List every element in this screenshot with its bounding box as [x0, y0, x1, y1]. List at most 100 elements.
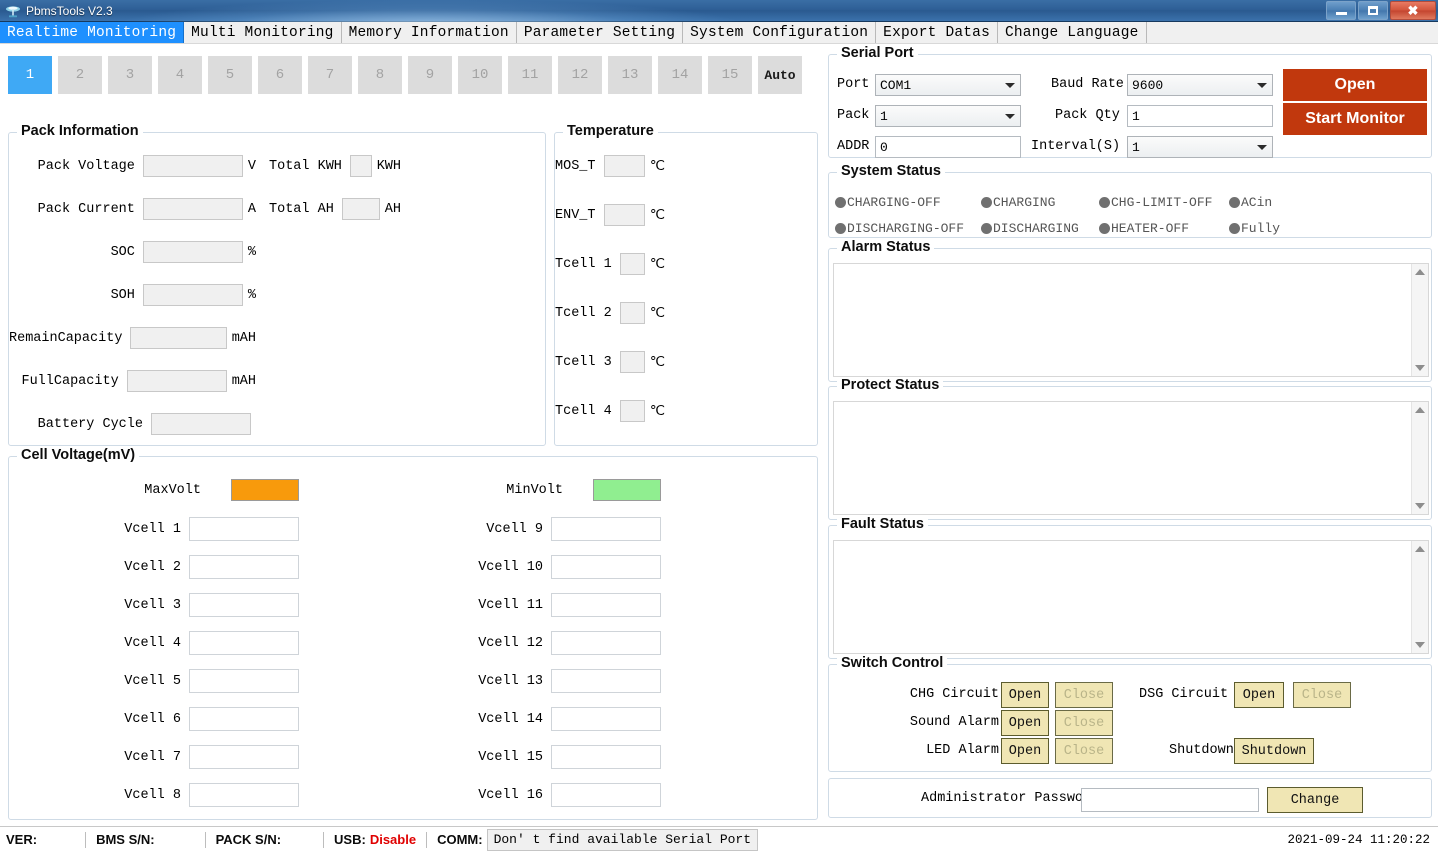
pack-button-11[interactable]: 11	[508, 56, 552, 94]
switch-close-button[interactable]: Close	[1055, 682, 1113, 708]
dsg-circuit-close-button[interactable]: Close	[1293, 682, 1351, 708]
admin-password-panel: Administrator Password Change	[828, 778, 1432, 818]
cell-voltage-input[interactable]	[189, 631, 299, 655]
pack-button-15[interactable]: 15	[708, 56, 752, 94]
close-button[interactable]: ✖	[1390, 1, 1436, 20]
open-port-button[interactable]: Open	[1283, 69, 1427, 101]
pack-button-6[interactable]: 6	[258, 56, 302, 94]
pack-info-row: RemainCapacitymAH	[9, 327, 256, 349]
cell-voltage-input[interactable]	[551, 669, 661, 693]
pack-info-input[interactable]	[127, 370, 227, 392]
pack-button-13[interactable]: 13	[608, 56, 652, 94]
pack-button-8[interactable]: 8	[358, 56, 402, 94]
scroll-up-icon[interactable]	[1415, 407, 1425, 413]
pack-button-label: 6	[276, 67, 284, 83]
pack-button-3[interactable]: 3	[108, 56, 152, 94]
port-combobox[interactable]: COM1	[875, 74, 1021, 96]
pack-button-label: 12	[572, 67, 589, 83]
temperature-input[interactable]	[620, 253, 645, 275]
pack-combobox[interactable]: 1	[875, 105, 1021, 127]
cell-voltage-input[interactable]	[551, 555, 661, 579]
scroll-up-icon[interactable]	[1415, 546, 1425, 552]
pack-button-9[interactable]: 9	[408, 56, 452, 94]
pack-info-input[interactable]	[143, 284, 243, 306]
cell-voltage-input[interactable]	[189, 707, 299, 731]
scroll-up-icon[interactable]	[1415, 269, 1425, 275]
tab-multi-monitoring[interactable]: Multi Monitoring	[184, 22, 341, 43]
tab-system-configuration[interactable]: System Configuration	[683, 22, 876, 43]
pack-button-1[interactable]: 1	[8, 56, 52, 94]
cell-voltage-input[interactable]	[189, 517, 299, 541]
baud-rate-combobox[interactable]: 9600	[1127, 74, 1273, 96]
cell-voltage-input[interactable]	[551, 707, 661, 731]
pack-button-5[interactable]: 5	[208, 56, 252, 94]
shutdown-button[interactable]: Shutdown	[1234, 738, 1314, 764]
pack-info-input[interactable]	[130, 327, 226, 349]
pack-info-input[interactable]	[143, 241, 243, 263]
switch-row-label: Sound Alarm	[889, 715, 999, 730]
pack-button-10[interactable]: 10	[458, 56, 502, 94]
tab-parameter-setting[interactable]: Parameter Setting	[517, 22, 683, 43]
protect-status-list[interactable]	[833, 401, 1429, 515]
temperature-input[interactable]	[604, 155, 645, 177]
cell-voltage-input[interactable]	[189, 669, 299, 693]
pack-button-14[interactable]: 14	[658, 56, 702, 94]
temperature-input[interactable]	[604, 204, 645, 226]
pack-info-input[interactable]	[350, 155, 372, 177]
fault-status-scrollbar[interactable]	[1411, 541, 1428, 653]
minimize-button[interactable]	[1326, 1, 1356, 20]
cell-voltage-input[interactable]	[551, 593, 661, 617]
tab-export-datas[interactable]: Export Datas	[876, 22, 998, 43]
pack-info-row: SOH%	[9, 284, 256, 306]
system-status-label: CHARGING-OFF	[847, 195, 941, 210]
pack-button-label: 15	[722, 67, 739, 83]
cell-voltage-input[interactable]	[189, 745, 299, 769]
pack-button-label: 9	[426, 67, 434, 83]
temperature-row: ENV_T℃	[555, 204, 665, 226]
cell-voltage-input[interactable]	[551, 783, 661, 807]
switch-open-button[interactable]: Open	[1001, 738, 1049, 764]
pack-button-4[interactable]: 4	[158, 56, 202, 94]
tab-realtime-monitoring[interactable]: Realtime Monitoring	[0, 22, 184, 43]
pack-info-unit: A	[248, 202, 256, 217]
cell-voltage-input[interactable]	[189, 783, 299, 807]
cell-voltage-input[interactable]	[551, 631, 661, 655]
temperature-input[interactable]	[620, 351, 645, 373]
protect-status-scrollbar[interactable]	[1411, 402, 1428, 514]
cell-voltage-input[interactable]	[551, 745, 661, 769]
change-password-button[interactable]: Change	[1267, 787, 1363, 813]
alarm-status-scrollbar[interactable]	[1411, 264, 1428, 376]
scroll-down-icon[interactable]	[1415, 365, 1425, 371]
temperature-input[interactable]	[620, 302, 645, 324]
pack-button-12[interactable]: 12	[558, 56, 602, 94]
pack-info-input[interactable]	[151, 413, 251, 435]
tab-change-language[interactable]: Change Language	[998, 22, 1147, 43]
cell-voltage-input[interactable]	[189, 593, 299, 617]
switch-close-button[interactable]: Close	[1055, 710, 1113, 736]
dsg-circuit-open-button[interactable]: Open	[1234, 682, 1284, 708]
alarm-status-list[interactable]	[833, 263, 1429, 377]
switch-close-button[interactable]: Close	[1055, 738, 1113, 764]
temperature-input[interactable]	[620, 400, 645, 422]
pack-button-7[interactable]: 7	[308, 56, 352, 94]
start-monitor-button[interactable]: Start Monitor	[1283, 103, 1427, 135]
pack-info-input[interactable]	[143, 155, 243, 177]
scroll-down-icon[interactable]	[1415, 503, 1425, 509]
tab-memory-information[interactable]: Memory Information	[342, 22, 517, 43]
open-port-label: Open	[1335, 76, 1376, 94]
pack-qty-input[interactable]: 1	[1127, 105, 1273, 127]
switch-open-button[interactable]: Open	[1001, 682, 1049, 708]
admin-password-input[interactable]	[1081, 788, 1259, 812]
addr-input[interactable]: 0	[875, 136, 1021, 158]
pack-info-input[interactable]	[143, 198, 243, 220]
maximize-button[interactable]	[1358, 1, 1388, 20]
pack-info-input[interactable]	[342, 198, 380, 220]
cell-voltage-input[interactable]	[551, 517, 661, 541]
pack-auto-button[interactable]: Auto	[758, 56, 802, 94]
pack-button-2[interactable]: 2	[58, 56, 102, 94]
fault-status-list[interactable]	[833, 540, 1429, 654]
switch-open-button[interactable]: Open	[1001, 710, 1049, 736]
scroll-down-icon[interactable]	[1415, 642, 1425, 648]
interval-combobox[interactable]: 1	[1127, 136, 1273, 158]
cell-voltage-input[interactable]	[189, 555, 299, 579]
